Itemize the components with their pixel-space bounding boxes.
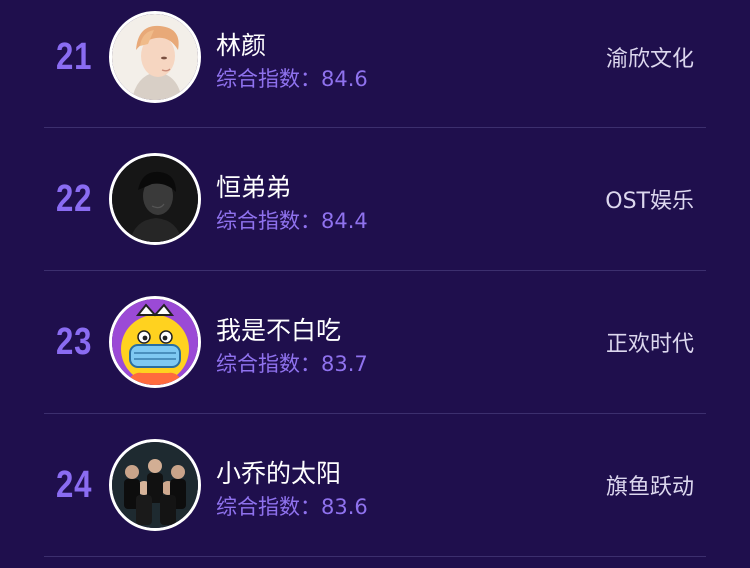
rank-number: 24 [56, 464, 93, 506]
company-name: 旗鱼跃动 [605, 475, 694, 500]
avatar[interactable] [109, 153, 201, 245]
row-divider [44, 556, 706, 557]
group-photo-icon [112, 442, 198, 528]
rank-number: 23 [56, 321, 93, 363]
yellow-cartoon-mask-icon [112, 299, 198, 385]
composite-score: 综合指数：83.6 [216, 495, 368, 519]
dark-portrait-icon [112, 156, 198, 242]
ranking-row[interactable]: 21 林颜 综合指数：84.6 渝欣文化 [0, 0, 750, 128]
avatar[interactable] [109, 439, 201, 531]
ranking-row[interactable]: 22 恒弟弟 综合指数：84.4 OST娱乐 [0, 128, 750, 271]
company-name: 渝欣文化 [605, 47, 694, 72]
composite-score: 综合指数：84.4 [216, 209, 368, 233]
ranking-row[interactable]: 24 小乔的太阳 综合指数：83.6 旗鱼跃动 [0, 414, 750, 557]
rank-number: 21 [56, 36, 93, 78]
composite-score: 综合指数：83.7 [216, 352, 368, 376]
cartoon-portrait-icon [112, 14, 198, 100]
user-name[interactable]: 恒弟弟 [216, 168, 291, 204]
composite-score: 综合指数：84.6 [216, 67, 368, 91]
user-name[interactable]: 林颜 [216, 26, 266, 62]
user-name[interactable]: 我是不白吃 [216, 311, 341, 347]
avatar[interactable] [109, 296, 201, 388]
ranking-row[interactable]: 23 我是不白吃 综合指数：83.7 正欢时代 [0, 271, 750, 414]
company-name: OST娱乐 [605, 189, 694, 214]
ranking-list: 21 林颜 综合指数：84.6 渝欣文化 22 恒弟弟 综合指数：84.4 OS… [0, 0, 750, 568]
user-name[interactable]: 小乔的太阳 [216, 454, 341, 490]
rank-number: 22 [56, 178, 93, 220]
company-name: 正欢时代 [605, 332, 694, 357]
avatar[interactable] [109, 11, 201, 103]
